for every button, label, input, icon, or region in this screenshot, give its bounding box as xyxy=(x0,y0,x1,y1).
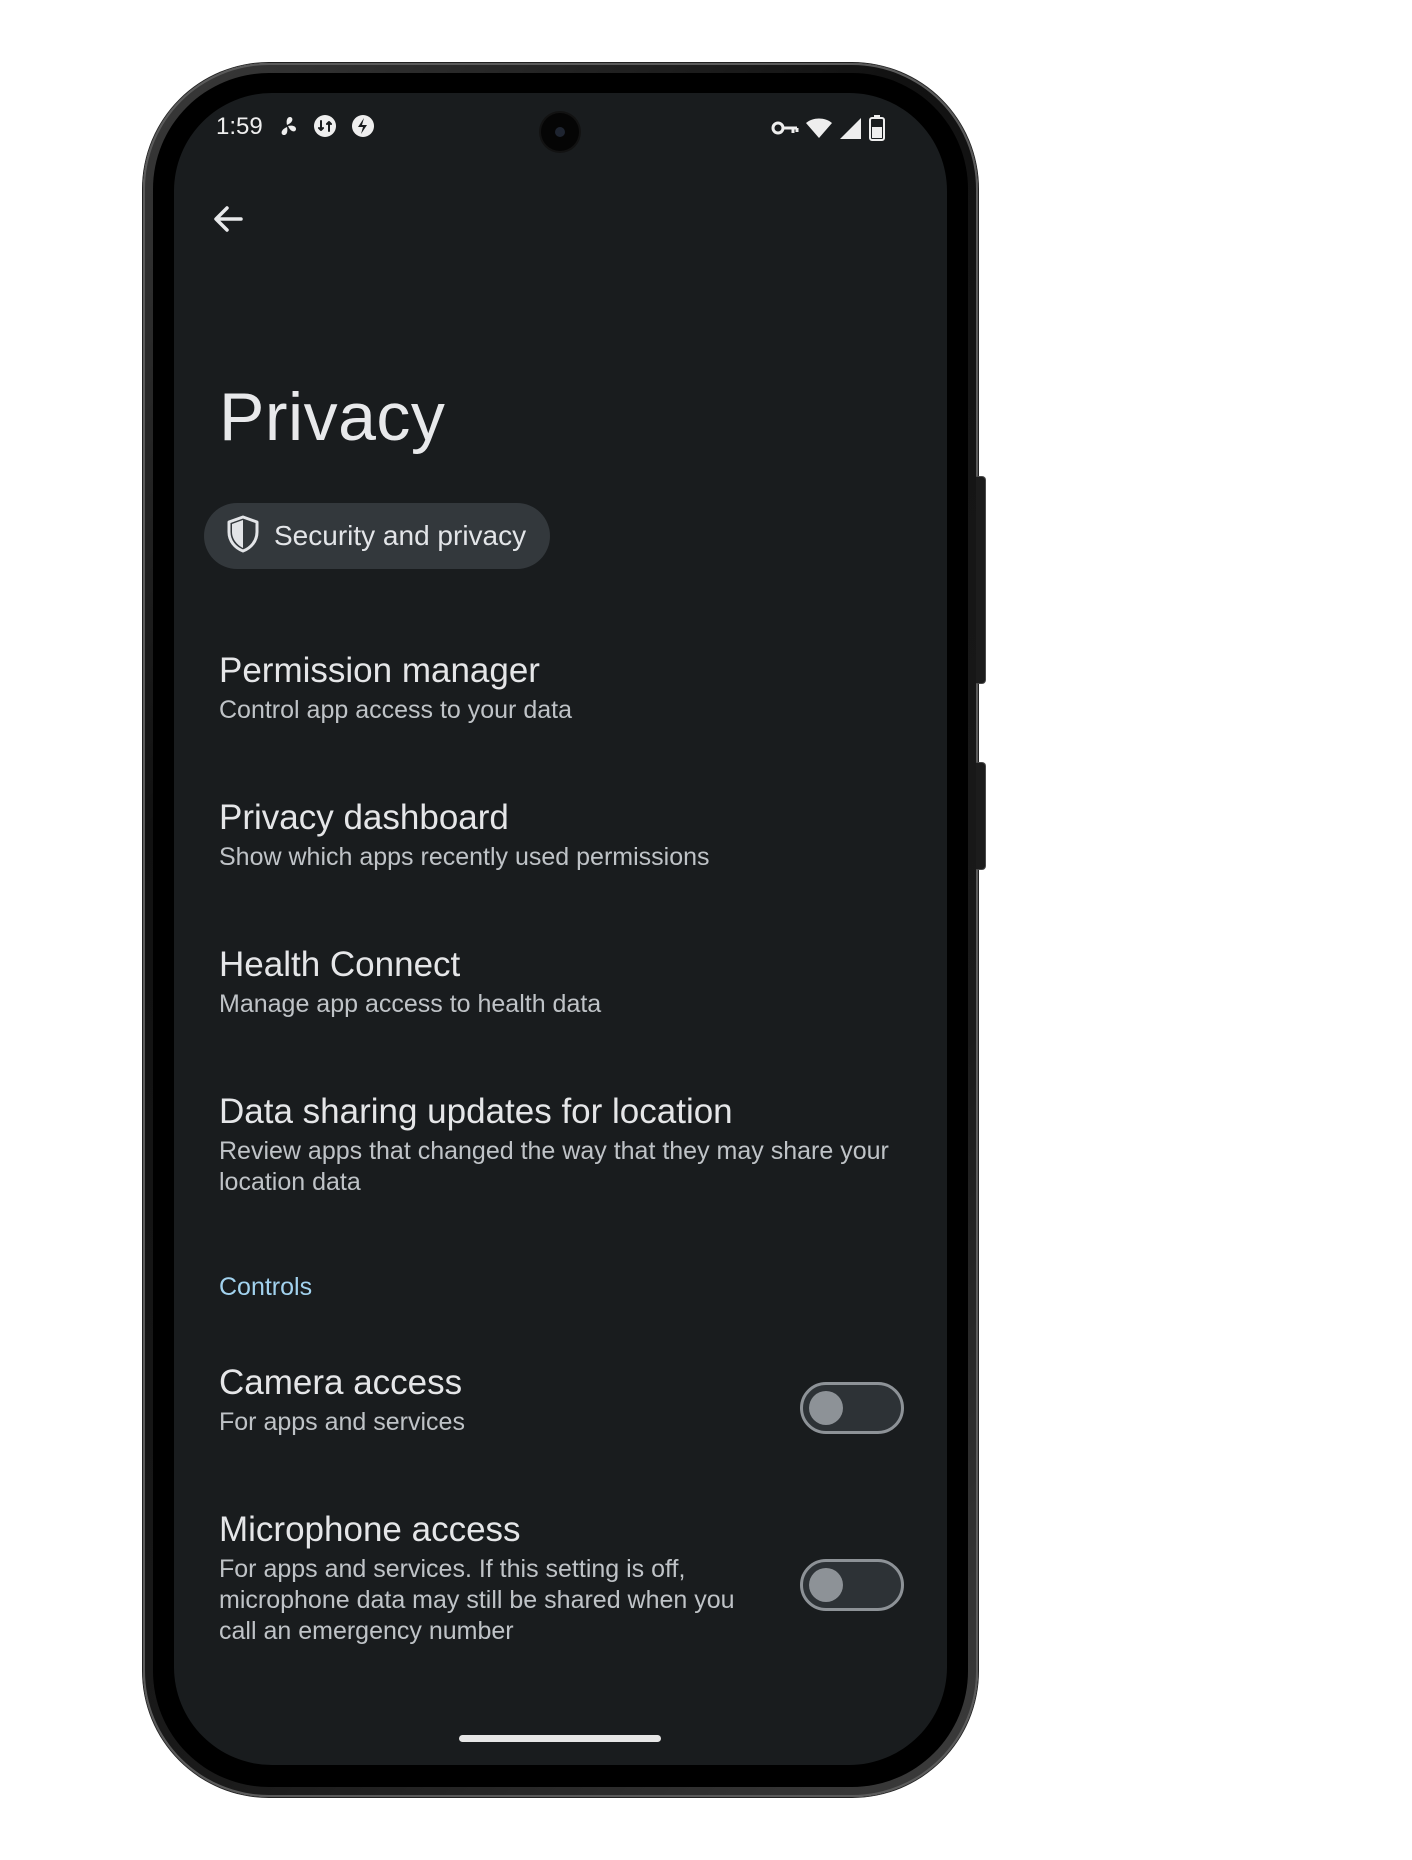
pref-title: Camera access xyxy=(219,1363,463,1402)
shield-icon xyxy=(226,515,260,558)
status-bar: 1:59 xyxy=(174,93,947,163)
status-left-icons xyxy=(274,113,376,139)
pref-title: Permission manager xyxy=(219,651,540,690)
privacy-dashboard-item[interactable]: Privacy dashboard Show which apps recent… xyxy=(219,796,919,873)
fan-icon xyxy=(274,113,300,139)
camera-access-toggle[interactable] xyxy=(800,1382,904,1434)
pref-summary: Show which apps recently used permission… xyxy=(219,843,710,871)
flash-icon xyxy=(350,113,376,139)
cell-signal-icon xyxy=(839,116,863,145)
gesture-nav-handle[interactable] xyxy=(459,1735,661,1742)
back-button[interactable] xyxy=(202,193,254,245)
arrow-back-icon xyxy=(214,206,243,232)
pref-summary: For apps and services xyxy=(219,1408,465,1436)
power-button xyxy=(976,762,986,870)
status-time: 1:59 xyxy=(216,113,263,140)
page-title: Privacy xyxy=(219,379,446,455)
microphone-access-toggle[interactable] xyxy=(800,1559,904,1611)
pref-title: Privacy dashboard xyxy=(219,798,509,837)
health-connect-item[interactable]: Health Connect Manage app access to heal… xyxy=(219,943,919,1020)
pref-summary: Manage app access to health data xyxy=(219,990,602,1018)
security-and-privacy-chip[interactable]: Security and privacy xyxy=(204,503,551,569)
pref-title: Health Connect xyxy=(219,945,461,984)
screen: 1:59 Privacy Security and privacy Permis… xyxy=(174,93,947,1765)
canvas: 1:59 Privacy Security and privacy Permis… xyxy=(0,0,1412,1860)
controls-section-header: Controls xyxy=(219,1273,313,1301)
pref-title: Data sharing updates for location xyxy=(219,1092,733,1131)
front-camera xyxy=(541,113,579,151)
wifi-icon xyxy=(805,116,833,145)
camera-access-item[interactable]: Camera access For apps and services xyxy=(219,1361,759,1438)
pref-summary: Review apps that changed the way that th… xyxy=(219,1137,889,1196)
pref-title: Microphone access xyxy=(219,1510,521,1549)
permission-manager-item[interactable]: Permission manager Control app access to… xyxy=(219,649,919,726)
toggle-knob xyxy=(809,1391,843,1425)
chip-label: Security and privacy xyxy=(274,520,527,551)
pref-summary: Control app access to your data xyxy=(219,696,572,724)
data-saver-icon xyxy=(312,113,338,139)
data-sharing-updates-item[interactable]: Data sharing updates for location Review… xyxy=(219,1090,919,1198)
vpn-key-icon xyxy=(771,118,799,143)
volume-button xyxy=(976,476,986,684)
status-right-icons xyxy=(771,115,885,146)
microphone-access-item[interactable]: Microphone access For apps and services.… xyxy=(219,1508,759,1647)
toggle-knob xyxy=(809,1568,843,1602)
pref-summary: For apps and services. If this setting i… xyxy=(219,1555,735,1645)
battery-icon xyxy=(869,115,885,146)
